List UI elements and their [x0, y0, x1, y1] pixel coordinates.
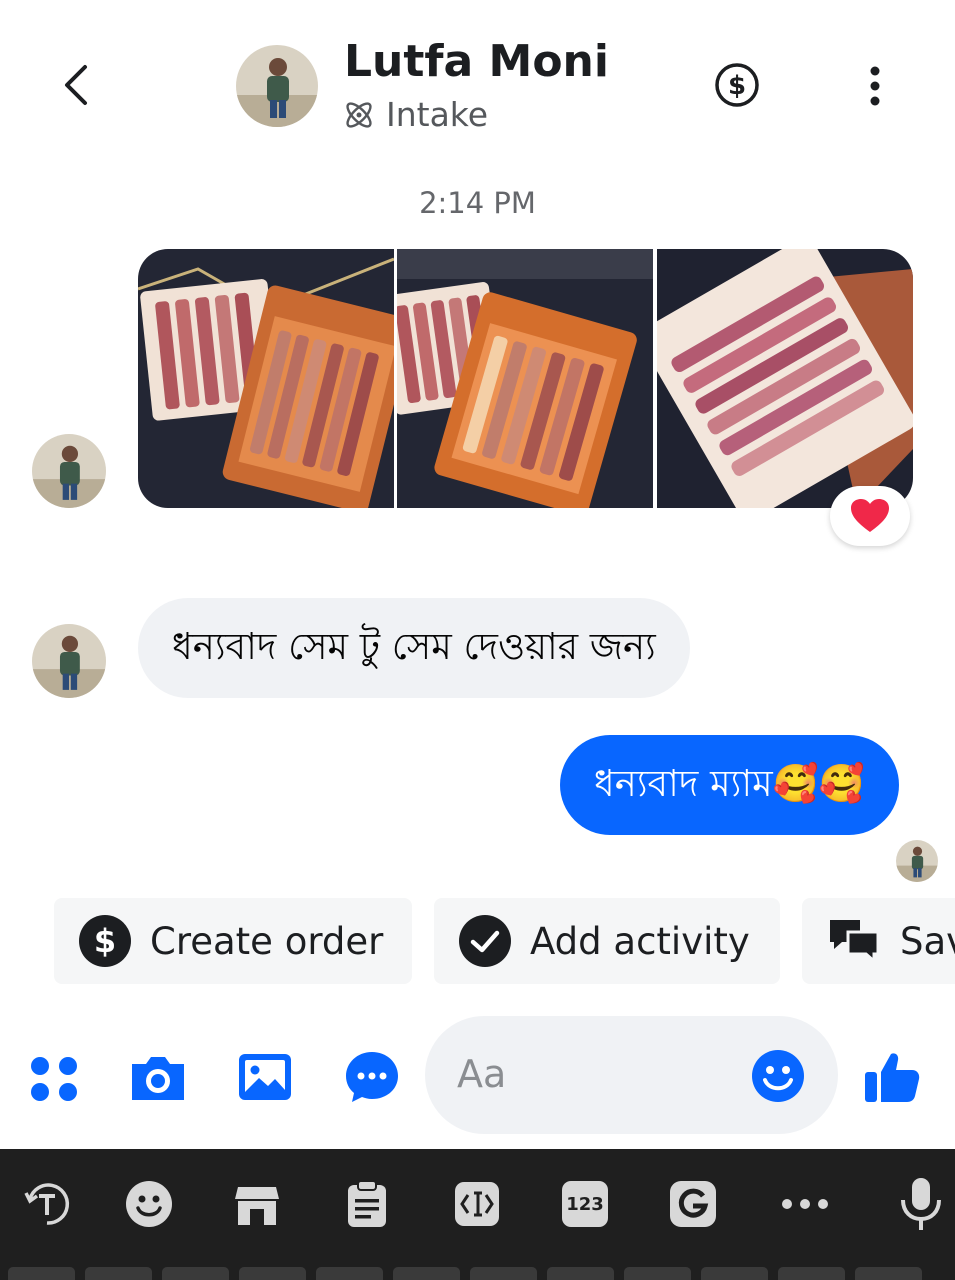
outgoing-message-bubble[interactable]: ধন্যবাদ ম্যাম🥰🥰 — [560, 735, 899, 835]
message-input[interactable]: Aa — [425, 1016, 838, 1134]
incoming-message-bubble[interactable]: ধন্যবাদ সেম টু সেম দেওয়ার জন্য — [138, 598, 690, 698]
text-cycle-icon — [24, 1183, 70, 1225]
keyboard-key[interactable] — [855, 1267, 922, 1280]
clipboard-button[interactable] — [342, 1179, 392, 1229]
more-horizontal-icon — [782, 1199, 828, 1209]
more-tools-button[interactable] — [780, 1179, 830, 1229]
keyboard-key[interactable] — [624, 1267, 691, 1280]
dollar-icon: $ — [79, 915, 131, 967]
keyboard-key[interactable] — [393, 1267, 460, 1280]
label-text: Intake — [386, 95, 489, 134]
message-composer: Aa — [0, 1016, 955, 1136]
photo-attachment[interactable] — [138, 249, 395, 508]
image-icon — [239, 1054, 291, 1100]
svg-text:$: $ — [728, 71, 746, 101]
text-edit-button[interactable] — [452, 1179, 502, 1229]
chevron-left-icon — [65, 65, 87, 105]
photo-attachment[interactable] — [397, 249, 654, 508]
emoji-button[interactable] — [751, 1049, 805, 1103]
atom-icon — [346, 101, 372, 128]
svg-text:$: $ — [94, 922, 116, 960]
add-activity-label: Add activity — [530, 919, 750, 963]
add-activity-button[interactable]: Add activity — [434, 898, 780, 984]
conversation-header: Lutfa Moni Intake $ — [0, 0, 955, 160]
numbers-label: 123 — [562, 1181, 608, 1227]
like-button[interactable] — [862, 1046, 922, 1106]
back-button[interactable] — [52, 60, 100, 110]
photo-attachments[interactable] — [138, 249, 913, 508]
create-order-label: Create order — [150, 919, 384, 963]
saved-replies-label: Sav — [900, 919, 955, 963]
camera-button[interactable] — [128, 1046, 188, 1106]
chat-bubbles-icon — [830, 920, 880, 965]
grammar-button[interactable] — [668, 1179, 718, 1229]
numbers-button[interactable]: 123 — [560, 1179, 610, 1229]
grammarly-icon — [670, 1181, 716, 1227]
contact-label[interactable]: Intake — [342, 95, 488, 134]
keyboard-key[interactable] — [470, 1267, 537, 1280]
gallery-button[interactable] — [236, 1046, 296, 1106]
contact-avatar[interactable] — [236, 45, 318, 127]
voice-input-button[interactable] — [896, 1178, 946, 1230]
sender-avatar[interactable] — [32, 624, 106, 698]
text-cursor-icon — [455, 1182, 499, 1226]
dollar-circle-icon: $ — [715, 63, 759, 107]
keyboard-key[interactable] — [778, 1267, 845, 1280]
message-timestamp: 2:14 PM — [419, 186, 536, 220]
checkmark-circle-icon — [459, 915, 511, 967]
grid-dots-icon — [31, 1057, 77, 1101]
keyboard-toolbar: 123 — [0, 1149, 955, 1280]
clipboard-icon — [348, 1180, 386, 1227]
keyboard-key[interactable] — [85, 1267, 152, 1280]
payment-button[interactable]: $ — [714, 62, 760, 108]
chat-bubble-icon — [346, 1052, 398, 1102]
thumbs-up-icon — [865, 1053, 920, 1102]
more-vertical-icon — [870, 66, 880, 106]
smiley-icon — [752, 1050, 804, 1102]
store-icon — [235, 1187, 279, 1225]
keyboard-emoji-button[interactable] — [124, 1179, 174, 1229]
heart-icon — [851, 499, 889, 532]
keyboard-key[interactable] — [547, 1267, 614, 1280]
heart-reaction[interactable] — [830, 486, 910, 546]
keyboard-key-row — [0, 1267, 955, 1280]
keyboard-key[interactable] — [8, 1267, 75, 1280]
seen-receipt-avatar — [896, 840, 938, 882]
chat-options-button[interactable] — [342, 1046, 402, 1106]
sender-avatar[interactable] — [32, 434, 106, 508]
apps-button[interactable] — [24, 1046, 84, 1106]
contact-name[interactable]: Lutfa Moni — [344, 36, 609, 87]
more-options-button[interactable] — [858, 64, 892, 108]
text-style-button[interactable] — [22, 1179, 72, 1229]
keyboard-key[interactable] — [239, 1267, 306, 1280]
keyboard-key[interactable] — [701, 1267, 768, 1280]
message-input-placeholder: Aa — [457, 1052, 507, 1096]
microphone-icon — [901, 1178, 941, 1230]
photo-attachment[interactable] — [656, 249, 913, 508]
create-order-button[interactable]: $ Create order — [54, 898, 412, 984]
keyboard-key[interactable] — [162, 1267, 229, 1280]
quick-actions-bar: $ Create order Add activity Sav — [0, 898, 955, 986]
camera-icon — [132, 1057, 184, 1100]
store-button[interactable] — [232, 1179, 282, 1229]
keyboard-key[interactable] — [316, 1267, 383, 1280]
saved-replies-button[interactable]: Sav — [802, 898, 955, 984]
smiley-icon — [126, 1181, 172, 1227]
